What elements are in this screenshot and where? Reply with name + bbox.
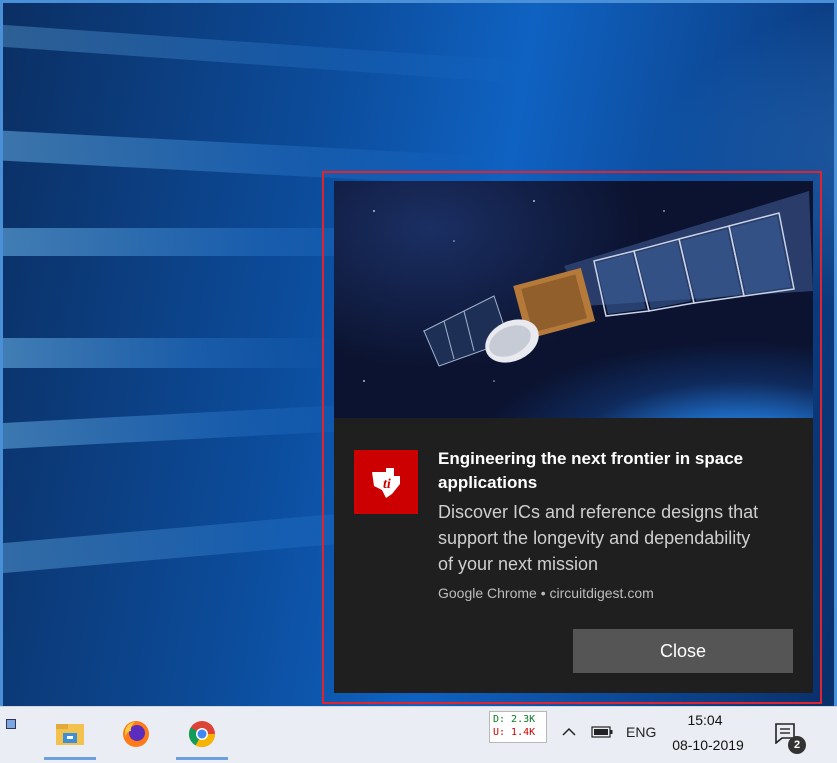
upload-rate: U: 1.4K — [493, 727, 536, 738]
satellite-image — [334, 181, 813, 418]
notification-count-badge: 2 — [788, 736, 806, 754]
screen-frame: ti Engineering the next frontier in spac… — [0, 0, 837, 762]
action-center-icon[interactable]: 2 — [774, 722, 806, 754]
taskbar-app-firefox[interactable] — [107, 707, 165, 760]
network-meter[interactable]: D: 2.3K U: 1.4K — [489, 711, 547, 743]
notification-title: Engineering the next frontier in space a… — [438, 449, 744, 492]
notification-source: Google Chrome • circuitdigest.com — [438, 585, 654, 601]
chrome-icon — [188, 720, 216, 747]
clock-date[interactable]: 08-10-2019 — [667, 737, 749, 753]
notification-toast[interactable]: ti Engineering the next frontier in spac… — [334, 181, 813, 693]
svg-text:ti: ti — [383, 477, 391, 492]
battery-icon[interactable] — [591, 726, 613, 738]
firefox-icon — [123, 720, 149, 747]
texas-instruments-logo-icon: ti — [354, 450, 418, 514]
taskbar-edge-icon — [6, 719, 16, 729]
folder-icon — [56, 723, 84, 745]
notification-body: Discover ICs and reference designs that … — [438, 502, 759, 574]
close-button[interactable]: Close — [573, 629, 793, 673]
taskbar-app-chrome[interactable] — [173, 707, 231, 760]
chevron-up-icon[interactable] — [561, 724, 577, 740]
clock-time[interactable]: 15:04 — [675, 712, 735, 728]
language-indicator[interactable]: ENG — [626, 724, 656, 740]
taskbar-app-file-explorer[interactable] — [41, 707, 99, 760]
download-rate: D: 2.3K — [493, 714, 536, 725]
